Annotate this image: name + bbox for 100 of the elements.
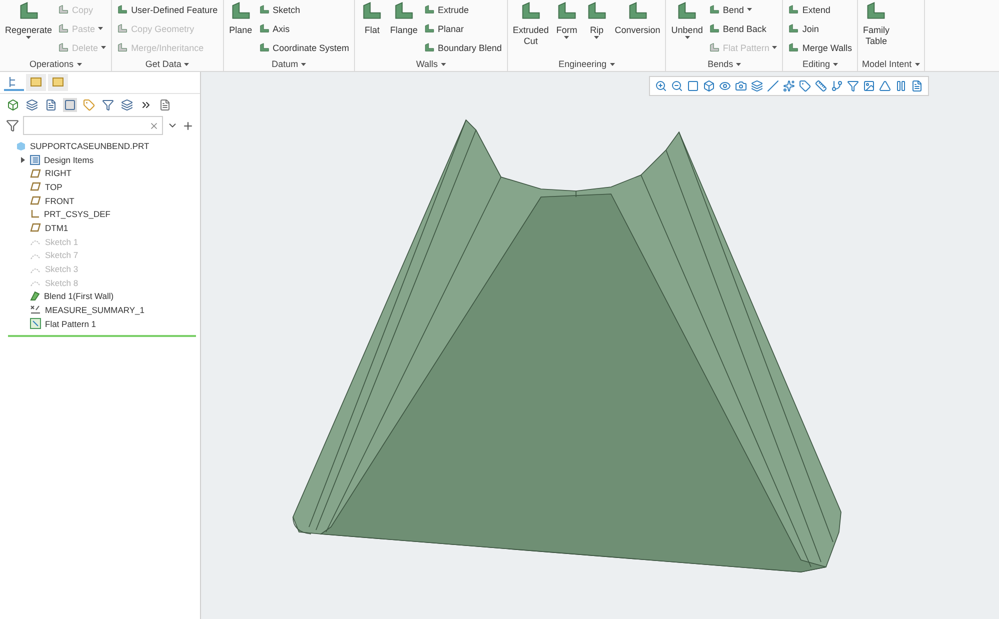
ribbon-button[interactable]: Unbend — [670, 0, 704, 57]
ribbon-button[interactable]: Plane — [228, 0, 254, 57]
plane-icon — [30, 182, 41, 192]
tool-icon — [586, 0, 608, 22]
group-label[interactable]: Bends — [670, 57, 778, 71]
pause-icon[interactable] — [895, 80, 907, 92]
ribbon-button[interactable]: User-Defined Feature — [116, 0, 219, 19]
tool-icon — [58, 4, 70, 15]
ribbon-button[interactable]: Join — [787, 19, 854, 38]
caret-icon — [440, 62, 446, 66]
group-label[interactable]: Walls — [359, 57, 503, 71]
tool-icon — [556, 0, 578, 22]
panel-tab[interactable] — [26, 74, 46, 91]
blend-icon — [30, 291, 40, 302]
tool-icon — [788, 23, 800, 34]
ribbon-button[interactable]: Flange — [389, 0, 419, 57]
ribbon-button[interactable]: Rip — [584, 0, 610, 57]
ribbon-button[interactable]: Bend — [708, 0, 778, 19]
ribbon-button[interactable]: Axis — [258, 19, 350, 38]
tree-item[interactable]: FRONT — [16, 194, 196, 208]
ribbon-button[interactable]: Extrude — [422, 0, 503, 19]
tool-icon — [117, 4, 128, 15]
ribbon-button[interactable]: Form — [554, 0, 580, 57]
ribbon-button[interactable]: Merge Walls — [787, 38, 854, 57]
panel-tab[interactable] — [4, 74, 24, 91]
ribbon-button[interactable]: Planar — [422, 19, 503, 38]
group-label[interactable]: Engineering — [512, 57, 662, 71]
cube-icon — [16, 140, 26, 151]
tree-item[interactable]: PRT_CSYS_DEF — [16, 207, 196, 222]
ribbon-button[interactable]: Regenerate — [4, 0, 54, 57]
ribbon-button[interactable]: Conversion — [614, 0, 662, 57]
zoom-in-icon[interactable] — [655, 80, 667, 92]
group-label[interactable]: Operations — [4, 57, 108, 71]
camera-icon[interactable] — [735, 80, 747, 92]
sheet-icon[interactable] — [911, 80, 923, 92]
filter-icon[interactable] — [6, 119, 19, 132]
ribbon-button[interactable]: Extruded Cut — [512, 0, 550, 57]
clear-icon[interactable] — [149, 120, 159, 130]
tool-icon — [18, 0, 40, 22]
tag-icon[interactable] — [799, 80, 811, 92]
image-icon[interactable] — [863, 80, 875, 92]
tool-icon — [258, 4, 270, 15]
branch-icon[interactable] — [831, 80, 843, 92]
tool-icon — [865, 0, 888, 22]
caret-icon — [301, 62, 306, 66]
caret-icon — [914, 62, 920, 66]
tool-icon — [676, 0, 698, 22]
caret-icon — [832, 62, 838, 66]
filter-icon[interactable] — [847, 80, 859, 92]
group-label[interactable]: Datum — [228, 57, 350, 71]
tool-icon — [708, 23, 720, 34]
tree-item[interactable]: Blend 1(First Wall) — [16, 290, 196, 304]
axes-icon — [30, 209, 40, 220]
zoom-out-icon[interactable] — [671, 80, 683, 92]
ribbon-button[interactable]: Coordinate System — [258, 38, 350, 57]
ribbon-button[interactable]: Bend Back — [708, 19, 778, 38]
tool-icon — [258, 42, 270, 53]
tool-icon — [230, 0, 252, 22]
tool-icon — [788, 42, 800, 53]
ribbon-button[interactable]: Family Table — [862, 0, 891, 57]
view-icon[interactable] — [719, 80, 731, 92]
group-label[interactable]: Get Data — [116, 57, 219, 71]
cube-icon[interactable] — [703, 80, 715, 92]
caret-icon — [101, 46, 106, 49]
tool-icon — [708, 42, 720, 53]
triangle-icon[interactable] — [879, 80, 891, 92]
ribbon-button[interactable]: Extend — [787, 0, 854, 19]
tool-icon — [626, 0, 649, 22]
tool-icon — [788, 4, 800, 15]
add-icon[interactable] — [182, 120, 194, 132]
ribbon-button[interactable]: Flat — [359, 0, 386, 57]
cube-icon[interactable] — [6, 98, 20, 112]
caret-icon — [76, 62, 82, 66]
document-icon[interactable] — [158, 98, 172, 112]
tree-item[interactable]: RIGHT — [16, 166, 196, 180]
filter-icon[interactable] — [101, 98, 115, 112]
ribbon-button[interactable]: Sketch — [258, 0, 350, 19]
caret-icon — [746, 8, 752, 11]
caret-icon — [98, 27, 104, 30]
measure-icon — [30, 305, 41, 316]
plane-icon — [30, 223, 41, 232]
square-icon[interactable] — [687, 80, 699, 92]
tree-item[interactable]: Flat Pattern 1 — [16, 316, 196, 331]
ribbon-button[interactable]: Boundary Blend — [422, 38, 503, 57]
tree-item[interactable]: DTM1 — [16, 221, 196, 235]
tree-item[interactable]: Design Items — [16, 152, 196, 166]
group-label[interactable]: Model Intent — [862, 57, 920, 71]
group-label[interactable]: Editing — [787, 57, 854, 71]
caret-icon — [564, 36, 570, 39]
tool-icon — [392, 0, 415, 22]
tree-item[interactable]: SUPPORTCASEUNBEND.PRT — [16, 139, 196, 153]
caret-icon — [736, 62, 742, 66]
collapsed-icon[interactable] — [20, 156, 26, 163]
panel-tab[interactable] — [48, 74, 68, 91]
tree-item[interactable]: TOP — [16, 180, 196, 194]
tool-icon — [424, 23, 435, 34]
tool-icon — [708, 4, 720, 15]
tool-icon — [361, 0, 384, 22]
tree-item[interactable]: MEASURE_SUMMARY_1 — [16, 303, 196, 317]
search-field[interactable] — [23, 116, 163, 135]
